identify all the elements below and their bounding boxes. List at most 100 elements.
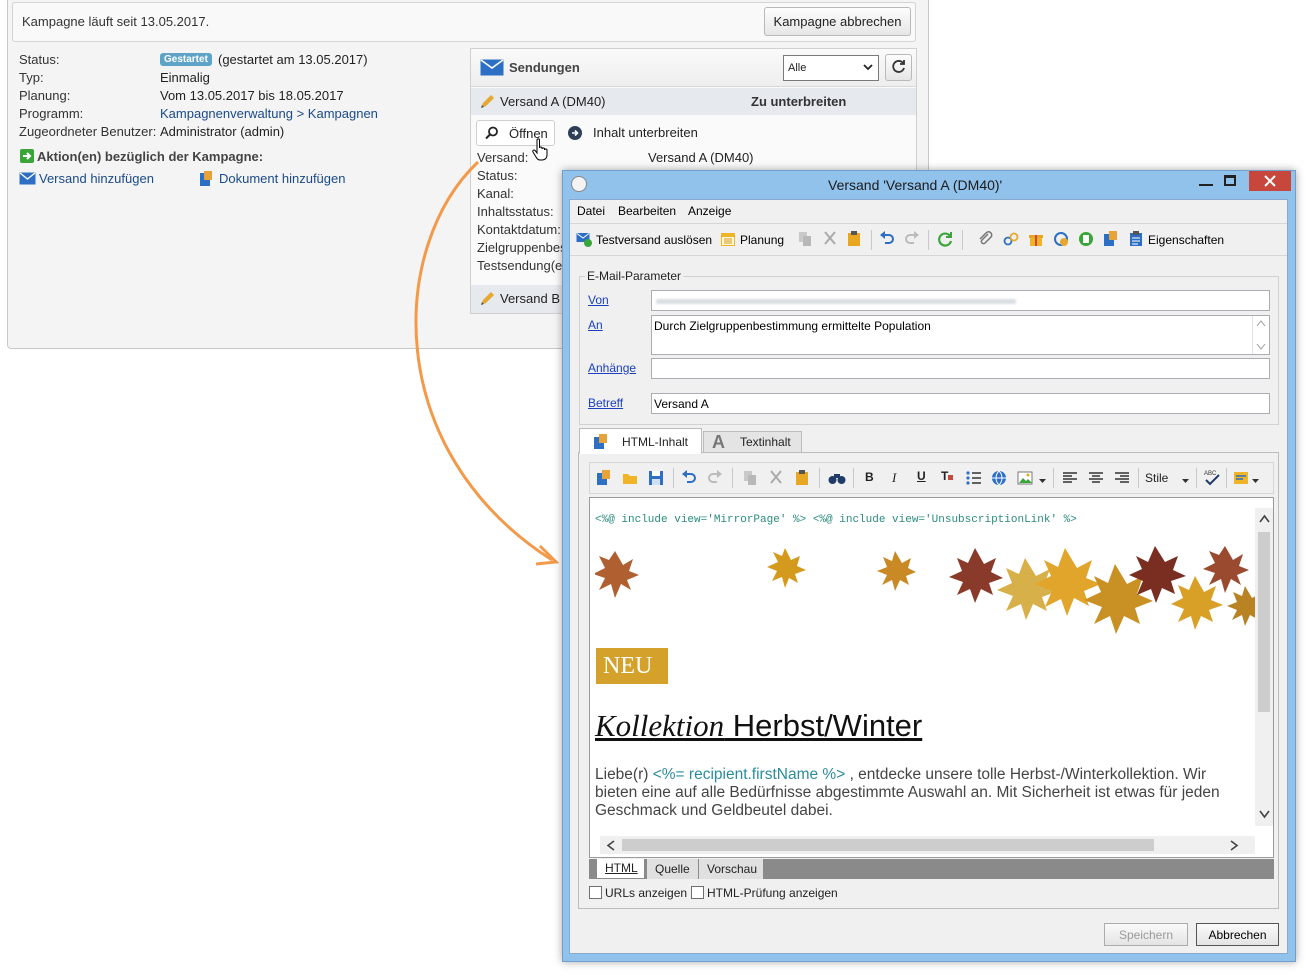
test-send-button[interactable]: Testversand auslösen: [596, 233, 712, 247]
attachments-label-link[interactable]: Anhänge: [588, 361, 636, 375]
view-tab-source-label: Quelle: [655, 862, 690, 876]
underline-icon[interactable]: U: [917, 469, 926, 483]
bullet-list-icon[interactable]: [966, 470, 982, 486]
calculator-icon[interactable]: [1078, 231, 1094, 247]
horizontal-scrollbar[interactable]: [600, 836, 1255, 854]
properties-button[interactable]: Eigenschaften: [1148, 233, 1224, 247]
copy-icon[interactable]: [742, 470, 758, 486]
align-right-icon[interactable]: [1114, 470, 1130, 486]
cut-icon[interactable]: [768, 470, 784, 486]
view-tab-source[interactable]: Quelle: [647, 859, 698, 879]
separator: [673, 468, 674, 488]
vertical-scrollbar[interactable]: [1255, 508, 1273, 826]
paste-icon[interactable]: [794, 470, 810, 486]
undo-icon[interactable]: [879, 231, 895, 247]
program-link[interactable]: Kampagnenverwaltung > Kampagnen: [160, 106, 378, 121]
refresh-icon[interactable]: [937, 231, 953, 247]
planning-value: Vom 13.05.2017 bis 18.05.2017: [160, 88, 344, 103]
gift-icon[interactable]: [1028, 231, 1044, 247]
undo-icon[interactable]: [681, 470, 697, 486]
separator: [853, 468, 854, 488]
close-button[interactable]: [1249, 171, 1291, 191]
arrow-right-circle-icon: [568, 126, 582, 140]
horizontal-scroll-thumb[interactable]: [622, 839, 1154, 851]
menu-datei[interactable]: Datei: [577, 204, 605, 218]
paste-icon[interactable]: [846, 231, 862, 247]
search-icon: [485, 126, 499, 143]
cancel-campaign-button[interactable]: Kampagne abbrechen: [764, 7, 911, 36]
block-format-icon[interactable]: [1233, 470, 1249, 486]
to-field-scrollbar[interactable]: [1252, 316, 1269, 354]
add-document-link[interactable]: Dokument hinzufügen: [219, 171, 345, 186]
redo-icon[interactable]: [707, 470, 723, 486]
test-send-icon: [576, 231, 592, 247]
separator: [732, 468, 733, 488]
view-tab-preview[interactable]: Vorschau: [699, 859, 763, 879]
folder-open-icon[interactable]: [622, 470, 638, 486]
planning-button[interactable]: Planung: [740, 233, 784, 247]
save-button[interactable]: Speichern: [1104, 923, 1188, 946]
envelope-icon: [480, 59, 504, 79]
align-center-icon[interactable]: [1088, 470, 1104, 486]
show-urls-checkbox[interactable]: [589, 886, 602, 899]
text-color-icon[interactable]: T: [941, 469, 954, 483]
refresh-button[interactable]: [885, 54, 912, 81]
separator: [1138, 468, 1139, 488]
from-field[interactable]: [651, 290, 1270, 311]
user-label: Zugeordneter Benutzer:: [19, 124, 157, 139]
svg-text:ABC: ABC: [1204, 471, 1217, 477]
subject-field[interactable]: Versand A: [651, 393, 1270, 414]
tab-text-label: Textinhalt: [740, 435, 791, 449]
cut-icon[interactable]: [822, 231, 838, 247]
menu-anzeige[interactable]: Anzeige: [688, 204, 731, 218]
hyperlink-globe-icon[interactable]: [991, 470, 1007, 486]
campaign-running-text: Kampagne läuft seit 13.05.2017.: [22, 14, 210, 29]
actions-title: Aktion(en) bezüglich der Kampagne:: [37, 149, 264, 164]
subject-field-value: Versand A: [654, 397, 709, 411]
type-label: Typ:: [19, 70, 44, 85]
bold-icon[interactable]: B: [865, 470, 874, 484]
spellcheck-icon[interactable]: ABC: [1203, 469, 1220, 486]
cancel-button[interactable]: Abbrechen: [1196, 923, 1279, 946]
greeting-paragraph: Liebe(r) <%= recipient.firstName %> , en…: [595, 766, 1235, 820]
find-binoculars-icon[interactable]: [828, 470, 846, 486]
subject-label-link[interactable]: Betreff: [588, 396, 623, 410]
add-delivery-link[interactable]: Versand hinzufügen: [39, 171, 154, 186]
minimize-icon[interactable]: [1199, 184, 1213, 186]
program-label: Programm:: [19, 106, 84, 121]
insert-image-icon[interactable]: [1017, 470, 1033, 486]
show-html-check-label: HTML-Prüfung anzeigen: [707, 886, 838, 900]
menu-bearbeiten[interactable]: Bearbeiten: [618, 204, 676, 218]
copy-icon[interactable]: [797, 231, 813, 247]
styles-dropdown[interactable]: Stile: [1143, 466, 1193, 488]
save-icon[interactable]: [648, 470, 664, 486]
styles-label: Stile: [1145, 471, 1169, 485]
link-icon[interactable]: [1003, 231, 1019, 247]
align-left-icon[interactable]: [1062, 470, 1078, 486]
show-urls-label: URLs anzeigen: [605, 886, 688, 900]
chevron-down-icon[interactable]: [1038, 473, 1047, 488]
document-icon[interactable]: [1103, 231, 1119, 247]
to-label-link[interactable]: An: [588, 318, 603, 332]
attachment-icon[interactable]: [978, 231, 994, 247]
tab-html-content[interactable]: HTML-Inhalt: [579, 428, 702, 454]
tab-text-content[interactable]: A Textinhalt: [703, 431, 802, 453]
show-html-check-checkbox[interactable]: [691, 886, 704, 899]
maximize-icon[interactable]: [1224, 175, 1236, 186]
from-label-link[interactable]: Von: [588, 293, 609, 307]
italic-icon[interactable]: I: [892, 470, 896, 486]
view-tab-html-label: HTML: [605, 861, 638, 875]
vertical-scroll-thumb[interactable]: [1258, 532, 1270, 712]
new-document-icon[interactable]: [596, 470, 612, 486]
chevron-down-icon[interactable]: [1251, 473, 1260, 488]
redo-icon[interactable]: [904, 231, 920, 247]
view-tab-html[interactable]: HTML: [596, 859, 645, 879]
offer-icon[interactable]: [1053, 231, 1069, 247]
divider: [570, 255, 1287, 256]
html-editor-canvas[interactable]: <%@ include view='MirrorPage' %> <%@ inc…: [589, 497, 1274, 858]
to-field[interactable]: Durch Zielgruppenbestimmung ermittelte P…: [651, 315, 1270, 355]
attachments-field[interactable]: [651, 358, 1270, 379]
submit-content-link[interactable]: Inhalt unterbreiten: [593, 125, 698, 140]
user-value: Administrator (admin): [160, 124, 285, 139]
deliveries-filter-select[interactable]: Alle: [783, 55, 879, 81]
